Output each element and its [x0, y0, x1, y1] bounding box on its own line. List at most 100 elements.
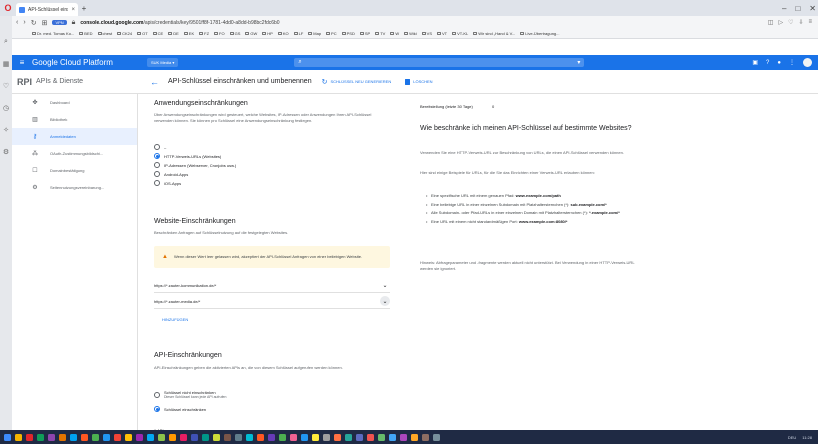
profile-icon[interactable]: ≡ [808, 19, 812, 26]
taskbar-app-icon[interactable] [15, 433, 22, 441]
taskbar-app-icon[interactable] [378, 433, 385, 441]
radio-button[interactable] [154, 162, 160, 168]
taskbar-app-icon[interactable] [235, 433, 242, 441]
notifications-icon[interactable]: ● [777, 60, 781, 66]
opera-logo-icon[interactable]: O [0, 0, 16, 16]
download-icon[interactable]: ⇩ [798, 19, 803, 26]
taskbar-app-icon[interactable] [59, 433, 66, 441]
tab-close-icon[interactable]: × [71, 7, 75, 13]
extensions-icon[interactable]: ✧ [3, 126, 9, 134]
referrer-item[interactable]: https://*.zauter-kommunikation.de/* ⌄ [154, 278, 390, 293]
nav-item[interactable]: ⚷ Anmeldedaten [12, 128, 137, 145]
delete-button[interactable]: LÖSCHEN [405, 78, 433, 85]
taskbar-app-icon[interactable] [312, 433, 319, 441]
taskbar-app-icon[interactable] [158, 433, 165, 441]
help-icon[interactable]: ? [766, 60, 769, 66]
bookmark-item[interactable]: TV [375, 31, 385, 36]
snap-icon[interactable]: ▷ [778, 19, 783, 26]
taskbar-app-icon[interactable] [268, 433, 275, 441]
taskbar-app-icon[interactable] [191, 433, 198, 441]
bookmark-item[interactable]: HP [262, 31, 273, 36]
browser-tab[interactable]: API-Schlüssel einsc... - API × [16, 3, 78, 16]
taskbar-app-icon[interactable] [92, 433, 99, 441]
minimize-button[interactable]: – [782, 4, 786, 13]
close-window-button[interactable]: ✕ [809, 4, 816, 13]
menu-icon[interactable]: ≡ [12, 58, 32, 67]
new-tab-button[interactable]: + [78, 4, 90, 13]
taskbar-app-icon[interactable] [301, 433, 308, 441]
bookmark-item[interactable]: Map [308, 31, 321, 36]
heart-icon[interactable]: ♡ [3, 82, 9, 90]
radio-button[interactable] [154, 180, 160, 186]
bookmark-item[interactable]: VS [421, 31, 432, 36]
bookmark-item[interactable]: Dr. med. Tomas Ko... [32, 31, 74, 36]
bookmark-item[interactable]: BED [79, 31, 93, 36]
api-restriction-option[interactable]: Schlüssel einschränken [154, 406, 206, 412]
app-name[interactable]: APIs & Dienste [36, 78, 144, 85]
radio-button[interactable] [154, 144, 160, 150]
camera-icon[interactable]: ◫ [768, 19, 774, 26]
radio-button[interactable] [154, 406, 160, 412]
taskbar-app-icon[interactable] [4, 433, 11, 441]
bookmark-item[interactable]: GS [229, 31, 240, 36]
settings-icon[interactable]: ⚙ [3, 148, 9, 156]
bookmark-item[interactable]: Live-Übertragung... [520, 31, 559, 36]
taskbar-app-icon[interactable] [81, 433, 88, 441]
nav-item[interactable]: ⁂ OAuth-Zustimmungsbildschi... [12, 145, 137, 162]
bookmark-item[interactable]: SP [359, 31, 370, 36]
taskbar-app-icon[interactable] [400, 433, 407, 441]
bookmark-item[interactable]: EK [183, 31, 194, 36]
back-nav-icon[interactable]: ‹ [16, 19, 18, 26]
app-restriction-option[interactable]: iOS-Apps [154, 180, 181, 186]
taskbar-app-icon[interactable] [180, 433, 187, 441]
taskbar-app-icon[interactable] [224, 433, 231, 441]
search-icon[interactable]: ⌕ [4, 38, 8, 46]
bookmark-item[interactable]: VT [437, 31, 447, 36]
gcp-search-input[interactable]: ⌕ ▾ [294, 58, 585, 67]
taskbar-app-icon[interactable] [356, 433, 363, 441]
regenerate-key-button[interactable]: ↻ SCHLÜSSEL NEU GENERIEREN [322, 78, 392, 86]
taskbar-app-icon[interactable] [367, 433, 374, 441]
tray-clock[interactable]: 11:28 [802, 435, 812, 440]
bookmark-item[interactable]: GW [245, 31, 257, 36]
taskbar-app-icon[interactable] [334, 433, 341, 441]
history-icon[interactable]: ◷ [3, 104, 9, 112]
referrer-item[interactable]: https://*.zauter-media.de/* ⌄ [154, 294, 390, 309]
bookmark-item[interactable]: PC [326, 31, 337, 36]
nav-item[interactable]: ▥ Bibliothek [12, 111, 137, 128]
bookmark-item[interactable]: DE [168, 31, 179, 36]
bookmark-item[interactable]: chest [97, 31, 112, 36]
back-arrow-icon[interactable]: ← [150, 77, 159, 87]
taskbar-app-icon[interactable] [279, 433, 286, 441]
bookmark-item[interactable]: W [390, 31, 399, 36]
nav-item[interactable]: ☐ Domainbestätigung [12, 162, 137, 179]
bookmark-heart-icon[interactable]: ♡ [788, 19, 793, 26]
tabs-grid-icon[interactable]: ⊞ [42, 19, 48, 27]
bookmark-item[interactable]: Wir sind „Hand & V... [473, 31, 515, 36]
app-restriction-option[interactable]: Android-Apps [154, 171, 188, 177]
radio-button[interactable] [154, 153, 160, 159]
bookmark-item[interactable]: LF [293, 31, 303, 36]
taskbar-app-icon[interactable] [422, 433, 429, 441]
vpn-badge[interactable]: VPN [52, 20, 67, 25]
chevron-down-icon[interactable]: ⌄ [380, 280, 390, 290]
radio-button[interactable] [154, 392, 160, 398]
gcp-title[interactable]: Google Cloud Platform [32, 58, 147, 67]
maximize-button[interactable]: □ [795, 4, 800, 13]
radio-button[interactable] [154, 171, 160, 177]
taskbar-app-icon[interactable] [433, 433, 440, 441]
bookmark-item[interactable]: Wiki [404, 31, 417, 36]
nav-item[interactable]: ✤ Dashboard [12, 94, 137, 111]
bookmark-item[interactable]: VT-KL [452, 31, 468, 36]
bookmark-item[interactable]: CK24 [117, 31, 132, 36]
taskbar-app-icon[interactable] [125, 433, 132, 441]
app-restriction-option[interactable]: – [154, 144, 166, 150]
bookmark-item[interactable]: OT [137, 31, 148, 36]
url-field[interactable]: console.cloud.google.com/apis/credential… [80, 20, 762, 26]
taskbar-app-icon[interactable] [147, 433, 154, 441]
chevron-down-icon[interactable]: ⌄ [380, 296, 390, 306]
forward-nav-icon[interactable]: › [23, 19, 25, 26]
more-vert-icon[interactable]: ⋮ [789, 59, 795, 66]
app-restriction-option[interactable]: IP-Adressen (Webserver, Cronjobs usw.) [154, 162, 236, 168]
taskbar-app-icon[interactable] [103, 433, 110, 441]
